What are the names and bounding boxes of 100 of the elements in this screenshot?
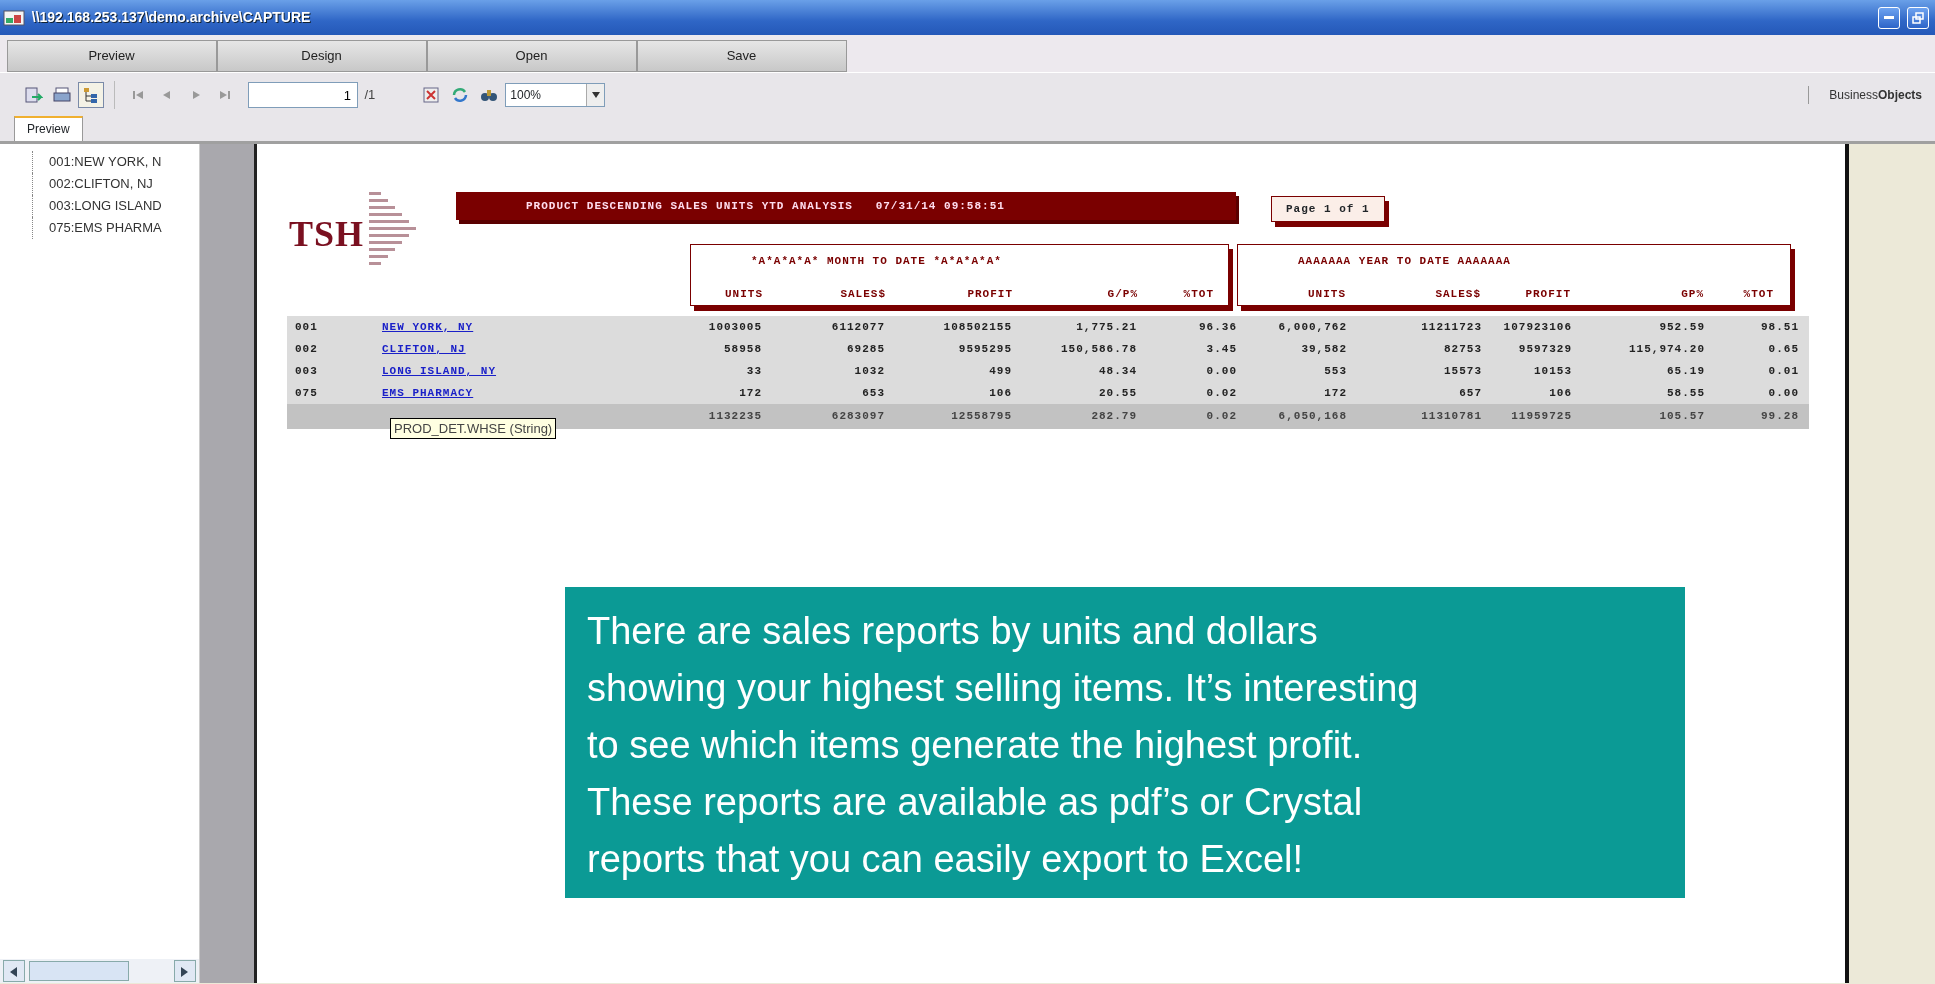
total-cell-text: 1132235 bbox=[707, 409, 763, 425]
scroll-left-button[interactable] bbox=[3, 960, 26, 982]
table-cell-text: 172 bbox=[738, 385, 763, 401]
table-cell-text: 6,000,762 bbox=[1277, 319, 1348, 335]
table-cell-text: 65.19 bbox=[1666, 363, 1706, 379]
restore-button[interactable] bbox=[1906, 6, 1929, 29]
column-header: UNITS bbox=[1307, 286, 1347, 302]
table-cell-text: 0.00 bbox=[1205, 363, 1238, 379]
table-cell-text: 002 bbox=[294, 341, 319, 357]
column-header: GP% bbox=[1680, 286, 1705, 302]
warehouse-link[interactable]: EMS PHARMACY bbox=[382, 386, 474, 399]
column-header: UNITS bbox=[724, 286, 764, 302]
zoom-select[interactable]: 100% bbox=[505, 83, 606, 107]
stop-icon bbox=[420, 85, 441, 105]
minimize-button[interactable] bbox=[1878, 6, 1900, 29]
table-cell-text: 82753 bbox=[1443, 341, 1483, 357]
table-cell-text: 1,775.21 bbox=[1075, 319, 1138, 335]
window-title: \\192.168.253.137\demo.archive\CAPTURE bbox=[31, 8, 312, 27]
logo-drawing: TSH bbox=[287, 174, 417, 284]
column-header: SALES$ bbox=[839, 286, 887, 302]
table-cell-text: 0.01 bbox=[1767, 363, 1800, 379]
table-cell-text: 39,582 bbox=[1300, 341, 1348, 357]
brand-logo: BusinessObjects bbox=[1808, 86, 1922, 104]
scroll-right-button[interactable] bbox=[173, 960, 196, 982]
page-count: /1 bbox=[364, 86, 376, 105]
table-cell-text: 9595295 bbox=[957, 341, 1013, 357]
column-header: PROFIT bbox=[966, 286, 1014, 302]
table-cell-text: 001 bbox=[294, 319, 319, 335]
tree-item[interactable]: 001:NEW YORK, N bbox=[32, 150, 199, 173]
table-cell-text: 172 bbox=[1323, 385, 1348, 401]
table-cell-text: 58958 bbox=[723, 341, 763, 357]
mode-tab[interactable]: Design bbox=[216, 40, 427, 72]
table-cell-text: 107923106 bbox=[1502, 319, 1573, 335]
table-cell-text: 657 bbox=[1458, 385, 1483, 401]
column-header: G/P% bbox=[1106, 286, 1139, 302]
table-cell-text: 952.59 bbox=[1658, 319, 1706, 335]
total-cell-text: 12558795 bbox=[950, 409, 1013, 425]
page-input[interactable]: 1 bbox=[248, 82, 358, 108]
table-cell-text: 9597329 bbox=[1517, 341, 1573, 357]
table-cell-text: 075 bbox=[294, 385, 319, 401]
caret-icon bbox=[591, 92, 600, 98]
column-header: PROFIT bbox=[1524, 286, 1572, 302]
table-cell-text: 115,974.20 bbox=[1628, 341, 1706, 357]
table-cell-text: 653 bbox=[861, 385, 886, 401]
app-icon bbox=[3, 8, 26, 27]
total-cell-text: 105.57 bbox=[1658, 409, 1706, 425]
restore-icon bbox=[1911, 11, 1924, 24]
left-arrow-icon bbox=[10, 966, 19, 977]
table-cell-text: 48.34 bbox=[1098, 363, 1138, 379]
column-header: %TOT bbox=[1182, 286, 1215, 302]
table-cell-text: 1032 bbox=[853, 363, 886, 379]
export-icon bbox=[22, 85, 43, 105]
total-cell-text: 0.02 bbox=[1205, 409, 1238, 425]
table-cell-text: 11211723 bbox=[1420, 319, 1483, 335]
band-title: *A*A*A*A* MONTH TO DATE *A*A*A*A* bbox=[750, 254, 1003, 269]
total-cell-text: 282.79 bbox=[1090, 409, 1138, 425]
column-header: SALES$ bbox=[1434, 286, 1482, 302]
table-cell-text: 10153 bbox=[1533, 363, 1573, 379]
mode-tab[interactable]: Preview bbox=[6, 40, 217, 72]
warehouse-link[interactable]: CLIFTON, NJ bbox=[382, 342, 466, 355]
total-cell-text: 11959725 bbox=[1510, 409, 1573, 425]
table-cell-text: 003 bbox=[294, 363, 319, 379]
printer-icon bbox=[51, 85, 72, 105]
minimize-icon bbox=[1884, 16, 1894, 19]
warehouse-link[interactable]: NEW YORK, NY bbox=[382, 320, 474, 333]
preview-tab[interactable]: Preview bbox=[14, 116, 83, 141]
table-cell-text: 20.55 bbox=[1098, 385, 1138, 401]
table-cell-text: 553 bbox=[1323, 363, 1348, 379]
total-cell-text: 11310781 bbox=[1420, 409, 1483, 425]
table-cell-text: 108502155 bbox=[942, 319, 1013, 335]
table-cell-text: 58.55 bbox=[1666, 385, 1706, 401]
right-arrow-icon bbox=[180, 966, 189, 977]
table-cell-text: 15573 bbox=[1443, 363, 1483, 379]
table-cell-text: 33 bbox=[745, 363, 763, 379]
mode-tab[interactable]: Open bbox=[426, 40, 637, 72]
column-header: %TOT bbox=[1742, 286, 1775, 302]
table-cell-text: 96.36 bbox=[1198, 319, 1238, 335]
warehouse-link[interactable]: LONG ISLAND, NY bbox=[382, 364, 497, 377]
scroll-thumb[interactable] bbox=[28, 961, 129, 981]
table-cell-text: 150,586.78 bbox=[1060, 341, 1138, 357]
tree-item[interactable]: 075:EMS PHARMA bbox=[32, 216, 199, 239]
tooltip: PROD_DET.WHSE (String) bbox=[390, 417, 557, 439]
table-cell-text: 1003005 bbox=[707, 319, 763, 335]
group-tree-button[interactable] bbox=[78, 82, 104, 108]
table-cell-text: 106 bbox=[988, 385, 1013, 401]
table-cell-text: 0.00 bbox=[1767, 385, 1800, 401]
total-cell-text: 6283097 bbox=[830, 409, 886, 425]
table-cell-text: 69285 bbox=[846, 341, 886, 357]
table-cell-text: 0.02 bbox=[1205, 385, 1238, 401]
table-cell-text: 0.65 bbox=[1767, 341, 1800, 357]
tree-item[interactable]: 003:LONG ISLAND bbox=[32, 194, 199, 217]
table-cell-text: 6112077 bbox=[830, 319, 886, 335]
table-cell-text: 106 bbox=[1548, 385, 1573, 401]
table-cell-text: 499 bbox=[988, 363, 1013, 379]
table-cell-text: 3.45 bbox=[1205, 341, 1238, 357]
callout-text: There are sales reports by units and dollars showing your highest selling items. It’s interesting to see which items generate the highest profit. These reports are available as pdf’s or Crystal reports that you can easily export to Excel! bbox=[565, 587, 1685, 898]
band-title: AAAAAAA YEAR TO DATE AAAAAAA bbox=[1297, 254, 1512, 269]
tree-item[interactable]: 002:CLIFTON, NJ bbox=[32, 172, 199, 195]
table-cell-text: 98.51 bbox=[1760, 319, 1800, 335]
mode-tab[interactable]: Save bbox=[636, 40, 847, 72]
